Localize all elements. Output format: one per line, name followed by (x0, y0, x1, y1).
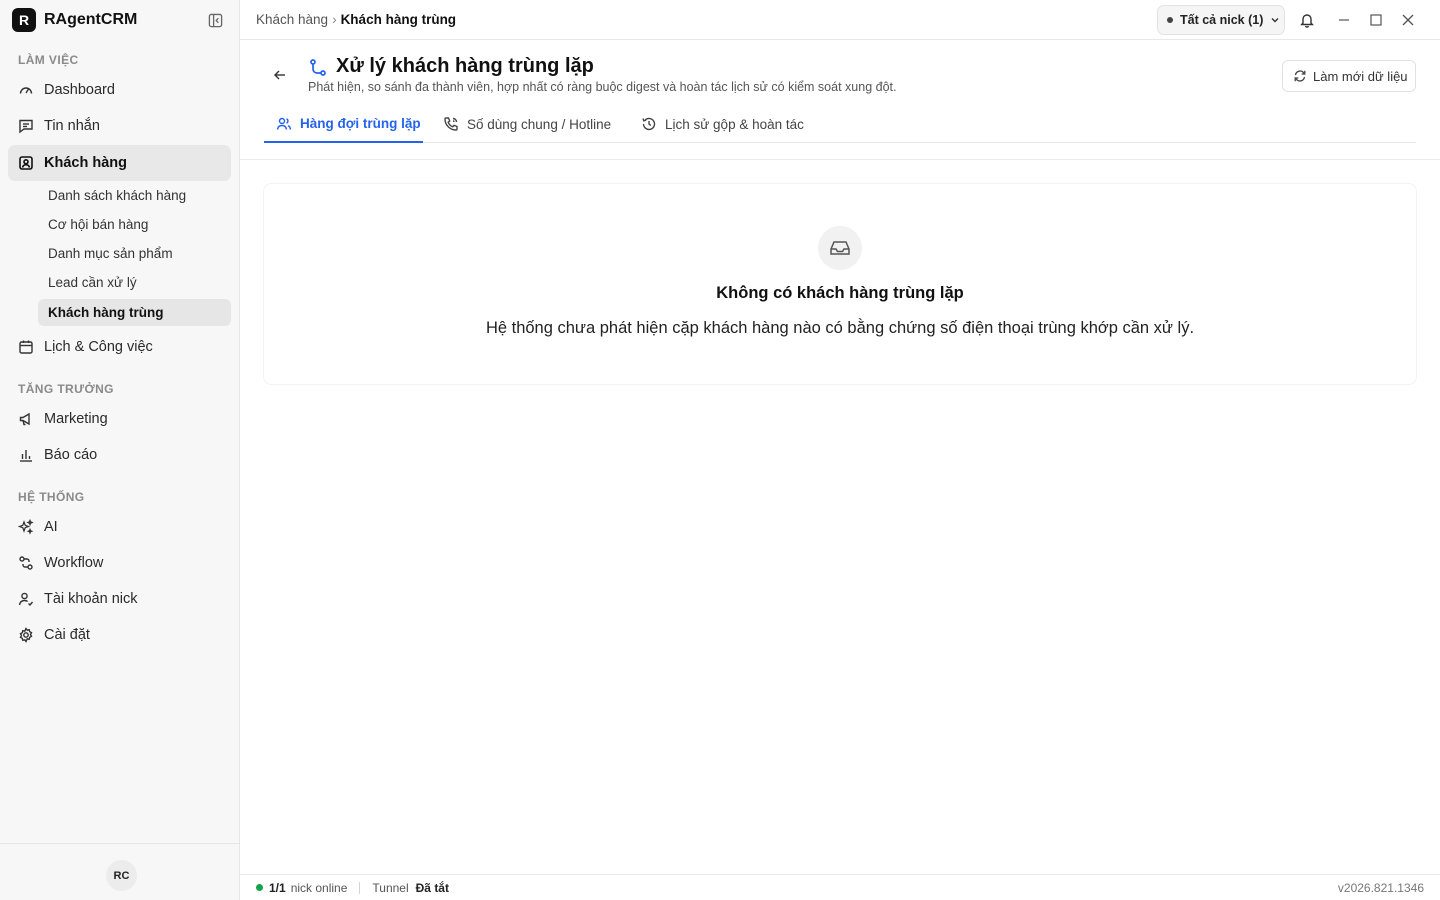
breadcrumb-parent[interactable]: Khách hàng (256, 12, 328, 27)
nick-selector[interactable]: Tất cả nick (1) (1157, 5, 1285, 35)
sidebar-subitem-duplicates[interactable]: Khách hàng trùng (38, 299, 231, 326)
section-label-growth: TĂNG TRƯỞNG (18, 382, 114, 396)
sidebar-item-marketing[interactable]: Marketing (8, 401, 231, 437)
contact-icon (18, 155, 34, 171)
page-title: Xử lý khách hàng trùng lặp (336, 55, 594, 77)
sidebar-subitem-leads[interactable]: Lead cần xử lý (38, 269, 231, 296)
sidebar-footer: RC (0, 843, 240, 900)
sidebar-item-label: Cài đặt (44, 627, 90, 643)
megaphone-icon (18, 411, 34, 427)
breadcrumb: Khách hàng › Khách hàng trùng (256, 12, 456, 27)
maximize-icon[interactable] (1366, 10, 1386, 30)
online-label: nick online (290, 880, 348, 895)
sidebar-item-customers[interactable]: Khách hàng (8, 145, 231, 181)
sidebar-item-label: Tài khoản nick (44, 591, 138, 607)
tab-bar: Hàng đợi trùng lặp Số dùng chung / Hotli… (264, 106, 1416, 143)
sidebar-item-label: Khách hàng (44, 155, 127, 171)
bar-chart-icon (18, 447, 34, 463)
refresh-icon (1293, 69, 1307, 83)
sidebar-item-calendar[interactable]: Lịch & Công việc (8, 329, 231, 365)
breadcrumb-separator: › (332, 12, 337, 27)
refresh-button[interactable]: Làm mới dữ liệu (1282, 60, 1416, 92)
sidebar-item-reports[interactable]: Báo cáo (8, 437, 231, 473)
topbar: Khách hàng › Khách hàng trùng Tất cả nic… (240, 0, 1440, 40)
sidebar: R RAgentCRM LÀM VIỆC Dashboard Tin nhắn … (0, 0, 240, 900)
phone-icon (443, 116, 459, 132)
message-icon (18, 118, 34, 134)
sidebar-item-nick-accounts[interactable]: Tài khoản nick (8, 581, 231, 617)
back-arrow-icon[interactable] (272, 67, 288, 83)
breadcrumb-current: Khách hàng trùng (340, 12, 457, 27)
empty-state-card: Không có khách hàng trùng lặp Hệ thống c… (264, 184, 1416, 384)
online-status-dot (256, 884, 263, 891)
sidebar-subitem-opportunities[interactable]: Cơ hội bán hàng (38, 211, 231, 238)
tab-label: Số dùng chung / Hotline (467, 116, 612, 132)
avatar[interactable]: RC (106, 860, 137, 891)
tab-duplicate-queue[interactable]: Hàng đợi trùng lặp (264, 106, 423, 143)
history-icon (641, 116, 657, 132)
sidebar-subitem-products[interactable]: Danh mục sản phẩm (38, 240, 231, 267)
refresh-button-label: Làm mới dữ liệu (1313, 68, 1408, 84)
brand[interactable]: R RAgentCRM (12, 8, 137, 32)
gear-icon (18, 627, 34, 643)
section-label-system: HỆ THỐNG (18, 490, 85, 504)
sidebar-item-label: AI (44, 519, 58, 535)
status-divider (359, 881, 361, 894)
sidebar-item-dashboard[interactable]: Dashboard (8, 72, 231, 108)
empty-state-description: Hệ thống chưa phát hiện cặp khách hàng n… (485, 319, 1195, 337)
online-count: 1/1 (269, 880, 286, 895)
sidebar-item-label: Marketing (44, 411, 108, 427)
sidebar-subitem-customer-list[interactable]: Danh sách khách hàng (38, 182, 231, 209)
calendar-icon (18, 339, 34, 355)
sidebar-item-label: Tin nhắn (44, 118, 100, 134)
tab-label: Hàng đợi trùng lặp (300, 116, 421, 131)
sparkles-icon (18, 519, 34, 535)
page-subtitle: Phát hiện, so sánh đa thành viên, hợp nh… (308, 80, 897, 94)
sidebar-item-label: Dashboard (44, 82, 115, 98)
status-bar: 1/1 nick online Tunnel Đã tắt v2026.821.… (240, 874, 1440, 900)
chevron-down-icon (1269, 14, 1281, 26)
sidebar-item-messages[interactable]: Tin nhắn (8, 108, 231, 144)
bell-icon[interactable] (1297, 10, 1317, 30)
app-name: RAgentCRM (44, 11, 138, 28)
user-check-icon (18, 591, 34, 607)
sidebar-item-workflow[interactable]: Workflow (8, 545, 231, 581)
tunnel-status: Đã tắt (415, 880, 449, 895)
sidebar-item-settings[interactable]: Cài đặt (8, 617, 231, 653)
gauge-icon (18, 82, 34, 98)
empty-state-title: Không có khách hàng trùng lặp (716, 284, 964, 302)
sidebar-item-label: Workflow (44, 555, 104, 571)
content-divider (240, 159, 1440, 160)
section-label-work: LÀM VIỆC (18, 53, 79, 67)
sidebar-item-ai[interactable]: AI (8, 509, 231, 545)
tab-merge-history[interactable]: Lịch sử gộp & hoàn tác (641, 106, 804, 142)
inbox-icon (818, 226, 862, 270)
workflow-icon (18, 555, 34, 571)
status-dot (1167, 17, 1173, 23)
brand-logo: R (12, 8, 36, 32)
users-icon (276, 116, 292, 132)
minimize-icon[interactable] (1334, 10, 1354, 30)
sidebar-item-label: Lịch & Công việc (44, 339, 153, 355)
merge-icon (308, 58, 328, 78)
close-icon[interactable] (1398, 10, 1418, 30)
tab-label: Lịch sử gộp & hoàn tác (665, 116, 804, 132)
tab-shared-numbers[interactable]: Số dùng chung / Hotline (443, 106, 611, 142)
app-version: v2026.821.1346 (1337, 881, 1424, 895)
nick-selector-label: Tất cả nick (1) (1180, 13, 1264, 27)
sidebar-item-label: Báo cáo (44, 447, 98, 463)
tunnel-label: Tunnel (372, 880, 409, 895)
sidebar-collapse-icon[interactable] (206, 11, 224, 29)
